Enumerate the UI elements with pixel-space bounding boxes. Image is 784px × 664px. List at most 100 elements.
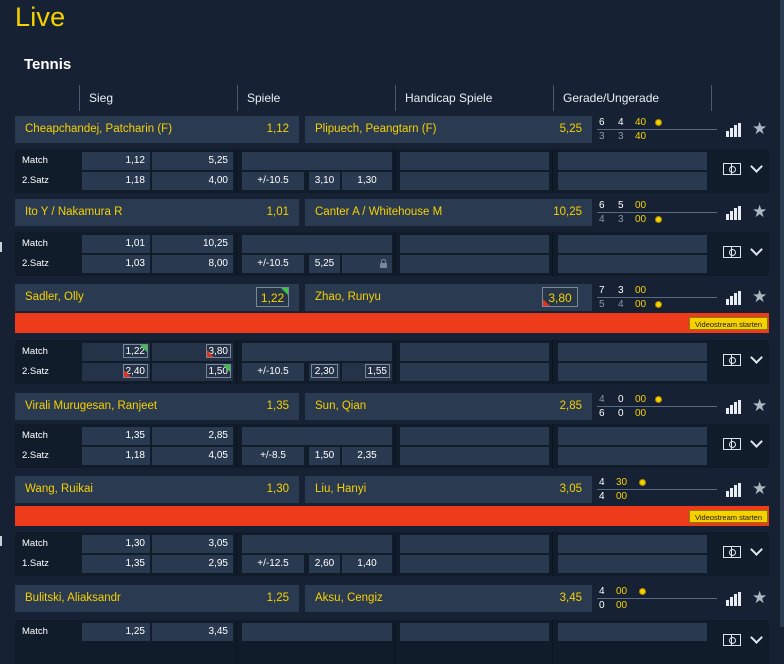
player1-cell[interactable]: Sadler, Olly 1,22 (15, 284, 299, 311)
win-odd-2[interactable]: 4,00 (152, 172, 233, 190)
player2-cell[interactable]: Zhao, Runyu 3,80 (305, 284, 592, 311)
favorite-star-icon[interactable]: ★ (752, 201, 767, 223)
statistics-icon[interactable] (726, 123, 742, 137)
player2-odd[interactable]: 3,45 (560, 585, 582, 612)
player1-cell[interactable]: Cheapchandej, Patcharin (F) 1,12 (15, 116, 299, 143)
start-videostream-button[interactable]: Videostream starten (689, 317, 768, 330)
score-line: 6 0 00 (597, 407, 717, 420)
win-odd-2[interactable]: 2,85 (152, 427, 233, 445)
win-odd-1[interactable]: 1,30 (82, 535, 150, 553)
statistics-icon[interactable] (726, 483, 742, 497)
player2-odd[interactable]: 2,85 (560, 393, 582, 420)
player1-odd[interactable]: 1,22 (256, 287, 289, 307)
player2-odd[interactable]: 5,25 (560, 116, 582, 143)
player2-cell[interactable]: Sun, Qian 2,85 (305, 393, 592, 420)
handicap-odd-1[interactable]: 2,30 (309, 363, 340, 381)
statistics-icon[interactable] (726, 291, 742, 305)
score-divider (597, 212, 717, 213)
player2-name: Liu, Hanyi (315, 483, 367, 495)
gerade-empty-cell (558, 172, 707, 190)
statistics-icon[interactable] (726, 592, 742, 606)
field-view-icon[interactable] (723, 546, 741, 558)
player2-odd[interactable]: 3,80 (542, 287, 578, 307)
favorite-star-icon[interactable]: ★ (752, 118, 767, 140)
handicap-odd-1[interactable]: 1,50 (309, 447, 340, 465)
chevron-down-icon[interactable] (750, 160, 763, 173)
handicap-odd-1[interactable]: 5,25 (309, 255, 340, 273)
handicap-odd-2[interactable]: 2,35 (342, 447, 392, 465)
player1-cell[interactable]: Wang, Ruikai 1,30 (15, 476, 299, 503)
player2-cell[interactable]: Plipuech, Peangtarn (F) 5,25 (305, 116, 592, 143)
field-view-icon[interactable] (723, 634, 741, 646)
stats-bar (730, 211, 733, 220)
win-odd-1[interactable]: 1,12 (82, 152, 150, 170)
stats-bar (726, 600, 729, 606)
favorite-star-icon[interactable]: ★ (752, 587, 767, 609)
player2-cell[interactable]: Aksu, Cengiz 3,45 (305, 585, 592, 612)
win-odd-1[interactable]: 1,03 (82, 255, 150, 273)
field-view-icon[interactable] (723, 246, 741, 258)
player1-odd[interactable]: 1,30 (267, 476, 289, 503)
market-label: Match (22, 430, 48, 441)
stats-bar (730, 128, 733, 137)
favorite-star-icon[interactable]: ★ (752, 478, 767, 500)
win-odd-1[interactable]: 1,22 (82, 343, 150, 361)
favorite-star-icon[interactable]: ★ (752, 286, 767, 308)
match-header-row: Wang, Ruikai 1,30 Liu, Hanyi 3,05 4 30 4 00 ★ (15, 476, 769, 503)
player1-odd[interactable]: 1,01 (267, 199, 289, 226)
win-odd-2[interactable]: 1,50 (152, 363, 233, 381)
win-odd-1[interactable]: 1,35 (82, 427, 150, 445)
win-odd-2[interactable]: 8,00 (152, 255, 233, 273)
handicap-odd-2[interactable]: 1,55 (342, 363, 392, 381)
handicap-line: +/-10.5 (242, 363, 304, 381)
win-odd-2[interactable]: 3,45 (152, 623, 233, 641)
player1-cell[interactable]: Virali Murugesan, Ranjeet 1,35 (15, 393, 299, 420)
market-detail: Match 1,01 10,25 2.Satz 1,03 8,00 +/-10.5 5,25 (15, 232, 769, 276)
handicap-odd-2[interactable] (342, 255, 392, 273)
score-value: 3 (618, 285, 624, 296)
odds-down-indicator (543, 299, 550, 306)
statistics-icon[interactable] (726, 400, 742, 414)
player2-odd[interactable]: 3,05 (560, 476, 582, 503)
win-odd-1[interactable]: 2,40 (82, 363, 150, 381)
player2-odd[interactable]: 10,25 (553, 199, 582, 226)
field-view-icon[interactable] (723, 354, 741, 366)
chevron-down-icon[interactable] (750, 243, 763, 256)
handicap-empty-cell (400, 535, 549, 553)
handicap-odd-1[interactable]: 2,60 (309, 555, 340, 573)
player2-cell[interactable]: Canter A / Whitehouse M 10,25 (305, 199, 592, 226)
statistics-icon[interactable] (726, 206, 742, 220)
win-odd-2[interactable]: 3,05 (152, 535, 233, 553)
win-odd-1[interactable]: 1,01 (82, 235, 150, 253)
win-odd-2[interactable]: 3,80 (152, 343, 233, 361)
handicap-line: +/-10.5 (242, 255, 304, 273)
player2-name: Canter A / Whitehouse M (315, 206, 443, 218)
player2-cell[interactable]: Liu, Hanyi 3,05 (305, 476, 592, 503)
field-view-icon[interactable] (723, 163, 741, 175)
chevron-down-icon[interactable] (750, 351, 763, 364)
win-odd-1[interactable]: 1,18 (82, 172, 150, 190)
player1-odd[interactable]: 1,35 (267, 393, 289, 420)
player1-odd[interactable]: 1,12 (267, 116, 289, 143)
player1-cell[interactable]: Ito Y / Nakamura R 1,01 (15, 199, 299, 226)
handicap-odd-2[interactable]: 1,30 (342, 172, 392, 190)
favorite-star-icon[interactable]: ★ (752, 395, 767, 417)
score-line: 7 3 00 (597, 284, 717, 297)
player1-cell[interactable]: Bulitski, Aliaksandr 1,25 (15, 585, 299, 612)
win-odd-2[interactable]: 10,25 (152, 235, 233, 253)
start-videostream-button[interactable]: Videostream starten (689, 510, 768, 523)
scrollbar[interactable] (780, 0, 784, 627)
win-odd-2[interactable]: 4,05 (152, 447, 233, 465)
chevron-down-icon[interactable] (750, 631, 763, 644)
chevron-down-icon[interactable] (750, 543, 763, 556)
player1-odd[interactable]: 1,25 (267, 585, 289, 612)
win-odd-2[interactable]: 2,95 (152, 555, 233, 573)
win-odd-1[interactable]: 1,35 (82, 555, 150, 573)
win-odd-2[interactable]: 5,25 (152, 152, 233, 170)
field-view-icon[interactable] (723, 438, 741, 450)
win-odd-1[interactable]: 1,25 (82, 623, 150, 641)
chevron-down-icon[interactable] (750, 435, 763, 448)
win-odd-1[interactable]: 1,18 (82, 447, 150, 465)
handicap-odd-1[interactable]: 3,10 (309, 172, 340, 190)
handicap-odd-2[interactable]: 1,40 (342, 555, 392, 573)
